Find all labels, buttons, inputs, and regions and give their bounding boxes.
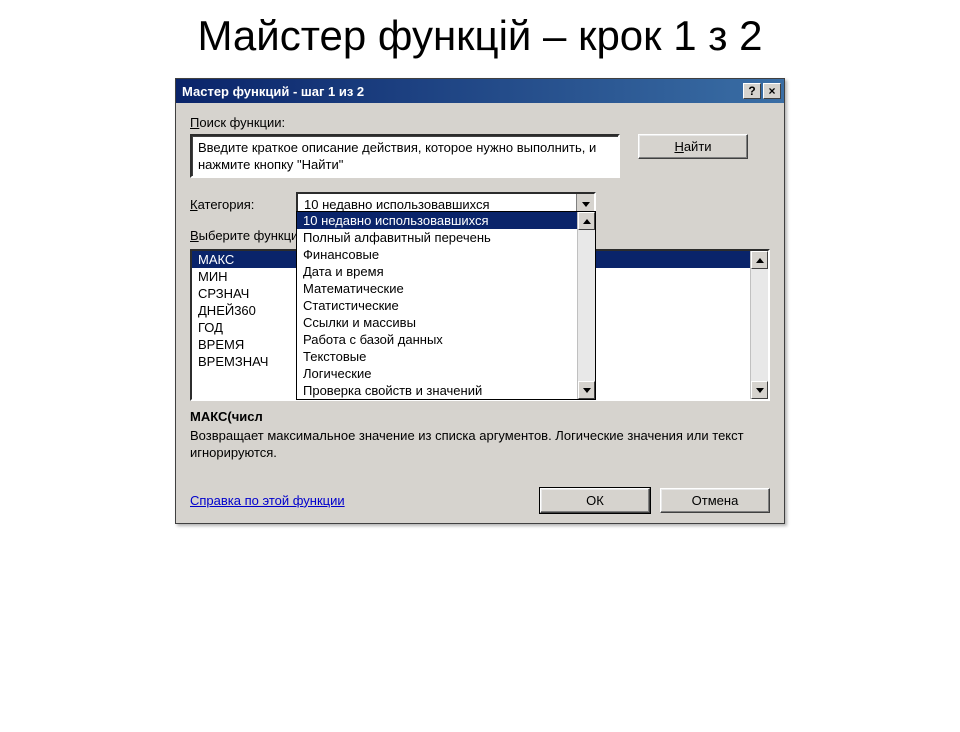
category-selected-text: 10 недавно использовавшихся	[298, 197, 576, 212]
dropdown-item[interactable]: Ссылки и массивы	[297, 314, 577, 331]
dropdown-item[interactable]: Текстовые	[297, 348, 577, 365]
help-button[interactable]: ?	[743, 83, 761, 99]
search-label: Поиск функции:	[190, 115, 770, 130]
dropdown-item[interactable]: Полный алфавитный перечень	[297, 229, 577, 246]
ok-button[interactable]: ОК	[540, 488, 650, 513]
dropdown-item[interactable]: Финансовые	[297, 246, 577, 263]
page-heading: Майстер функцій – крок 1 з 2	[0, 12, 960, 60]
dialog-title: Мастер функций - шаг 1 из 2	[182, 84, 741, 99]
help-icon: ?	[748, 84, 755, 98]
category-dropdown[interactable]: 10 недавно использовавшихсяПолный алфави…	[296, 211, 596, 400]
chevron-down-icon	[582, 202, 590, 207]
dropdown-item[interactable]: 10 недавно использовавшихся	[297, 212, 577, 229]
scroll-track[interactable]	[578, 230, 595, 381]
dropdown-scrollbar[interactable]	[577, 212, 595, 399]
scroll-track[interactable]	[751, 269, 768, 381]
scroll-down-button[interactable]	[578, 381, 595, 399]
cancel-button[interactable]: Отмена	[660, 488, 770, 513]
chevron-up-icon	[756, 258, 764, 263]
function-description: Возвращает максимальное значение из спис…	[190, 428, 770, 462]
dropdown-item[interactable]: Работа с базой данных	[297, 331, 577, 348]
dropdown-item[interactable]: Проверка свойств и значений	[297, 382, 577, 399]
dropdown-item[interactable]: Логические	[297, 365, 577, 382]
dropdown-item[interactable]: Статистические	[297, 297, 577, 314]
search-input[interactable]: Введите краткое описание действия, котор…	[190, 134, 620, 178]
titlebar: Мастер функций - шаг 1 из 2 ? ×	[176, 79, 784, 103]
chevron-down-icon	[756, 388, 764, 393]
close-button[interactable]: ×	[763, 83, 781, 99]
chevron-up-icon	[583, 219, 591, 224]
scrollbar[interactable]	[750, 251, 768, 399]
category-label: Категория:	[190, 197, 292, 212]
scroll-up-button[interactable]	[578, 212, 595, 230]
close-icon: ×	[768, 84, 775, 98]
scroll-down-button[interactable]	[751, 381, 768, 399]
scroll-up-button[interactable]	[751, 251, 768, 269]
function-wizard-dialog: Мастер функций - шаг 1 из 2 ? × Поиск фу…	[175, 78, 785, 524]
dropdown-item[interactable]: Дата и время	[297, 263, 577, 280]
find-button[interactable]: Найти	[638, 134, 748, 159]
help-link[interactable]: Справка по этой функции	[190, 493, 530, 508]
dropdown-item[interactable]: Математические	[297, 280, 577, 297]
chevron-down-icon	[583, 388, 591, 393]
function-signature: МАКС(числ	[190, 409, 770, 424]
